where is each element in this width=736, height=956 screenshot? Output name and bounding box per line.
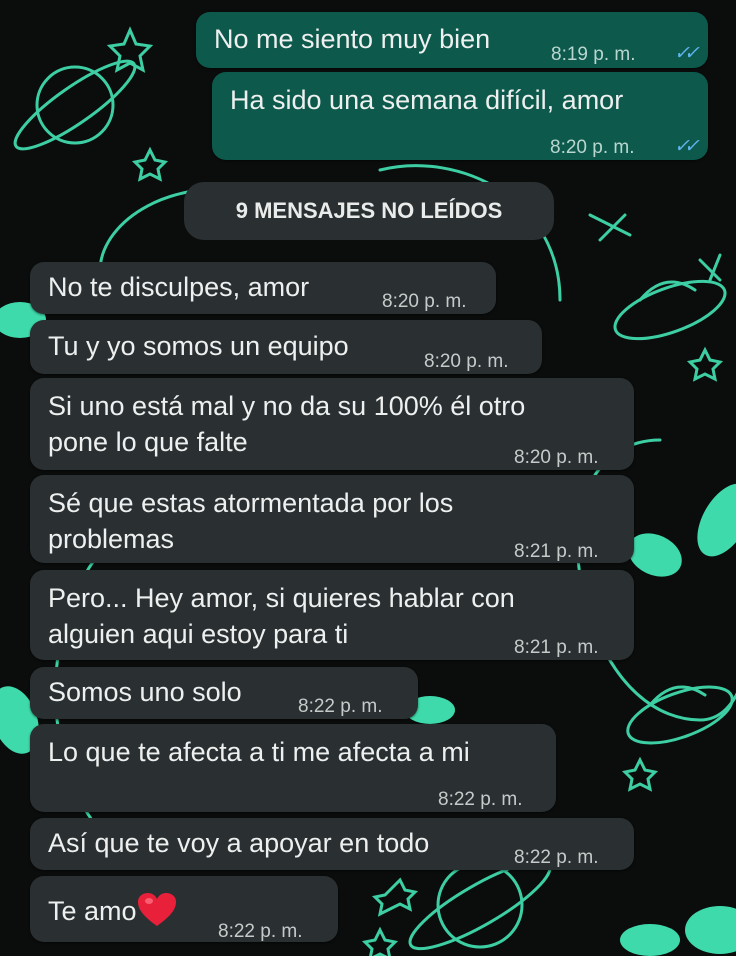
- alien-eye-icon: [620, 924, 680, 956]
- red-heart-icon: [137, 893, 176, 926]
- message-text-content: Te amo: [48, 896, 137, 926]
- message-text: Somos uno solo: [48, 677, 242, 707]
- message-text: Pero... Hey amor, si quieres hablar con: [48, 583, 515, 613]
- incoming-message[interactable]: Si uno está mal y no da su 100% él otro …: [30, 378, 634, 470]
- alien-eye-icon: [697, 483, 736, 557]
- message-text: Sé que estas atormentada por los: [48, 488, 454, 518]
- incoming-message[interactable]: Lo que te afecta a ti me afecta a mi 8:2…: [30, 724, 556, 812]
- read-double-check-icon: ✓✓: [674, 43, 700, 64]
- incoming-message[interactable]: Sé que estas atormentada por los problem…: [30, 475, 634, 563]
- message-text: Tu y yo somos un equipo: [48, 331, 349, 361]
- message-text: alguien aqui estoy para ti: [48, 619, 349, 649]
- message-time: 8:20 p. m.: [550, 137, 635, 158]
- alien-eye-icon: [685, 906, 736, 954]
- message-time: 8:20 p. m.: [424, 351, 509, 372]
- message-text: No te disculpes, amor: [48, 272, 310, 302]
- ufo-icon: [613, 279, 727, 341]
- message-time: 8:22 p. m.: [298, 696, 383, 717]
- message-text: pone lo que falte: [48, 427, 248, 457]
- incoming-message[interactable]: Tu y yo somos un equipo 8:20 p. m.: [30, 320, 542, 374]
- incoming-message[interactable]: Pero... Hey amor, si quieres hablar con …: [30, 570, 634, 660]
- incoming-message[interactable]: Así que te voy a apoyar en todo 8:22 p. …: [30, 818, 634, 870]
- message-time: 8:22 p. m.: [438, 789, 523, 810]
- message-time: 8:20 p. m.: [514, 447, 599, 468]
- incoming-message[interactable]: Somos uno solo 8:22 p. m.: [30, 667, 418, 719]
- message-time: 8:22 p. m.: [218, 921, 303, 942]
- message-text: Si uno está mal y no da su 100% él otro: [48, 391, 526, 421]
- outgoing-message[interactable]: Ha sido una semana difícil, amor 8:20 p.…: [212, 72, 708, 160]
- message-time: 8:20 p. m.: [382, 291, 467, 312]
- message-text: problemas: [48, 524, 175, 554]
- message-time: 8:21 p. m.: [514, 637, 599, 658]
- message-text: Te amo: [48, 892, 177, 929]
- message-time: 8:19 p. m.: [551, 44, 636, 65]
- read-double-check-icon: ✓✓: [674, 136, 700, 157]
- message-time: 8:21 p. m.: [514, 541, 599, 562]
- message-text: Lo que te afecta a ti me afecta a mi: [48, 737, 470, 767]
- message-text: No me siento muy bien: [214, 24, 491, 54]
- message-text: Así que te voy a apoyar en todo: [48, 828, 430, 858]
- unread-messages-divider: 9 MENSAJES NO LEÍDOS: [184, 182, 554, 240]
- message-text: Ha sido una semana difícil, amor: [230, 85, 624, 115]
- outgoing-message[interactable]: No me siento muy bien 8:19 p. m. ✓✓: [196, 12, 708, 68]
- incoming-message[interactable]: Te amo 8:22 p. m.: [30, 876, 338, 942]
- message-time: 8:22 p. m.: [514, 847, 599, 868]
- incoming-message[interactable]: No te disculpes, amor 8:20 p. m.: [30, 262, 496, 314]
